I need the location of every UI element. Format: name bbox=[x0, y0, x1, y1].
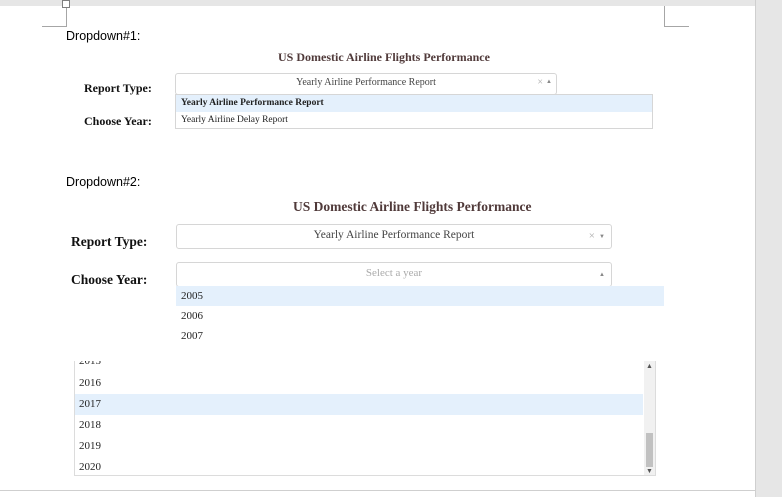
scrollbar-thumb[interactable] bbox=[646, 433, 653, 467]
dropdown2-choose-year-label: Choose Year: bbox=[71, 272, 148, 287]
dropdown2-year-placeholder: Select a year bbox=[365, 267, 423, 279]
dropdown2-year-options-scrolled[interactable]: 2015 2016 2017 2018 2019 2020 ▲ ▼ bbox=[74, 361, 656, 476]
dropdown2-caption: Dropdown#2: bbox=[66, 175, 141, 189]
dropdown2-report-selected-value: Yearly Airline Performance Report bbox=[313, 229, 475, 241]
dropdown2-report-type-label: Report Type: bbox=[71, 234, 148, 249]
document-page: Dropdown#1: US Domestic Airline Flights … bbox=[0, 0, 755, 497]
dropdown1-page-title: US Domestic Airline Flights Performance bbox=[278, 50, 490, 64]
dropdown2-clear-icon[interactable]: × bbox=[589, 230, 595, 242]
dropdown1-caret-up-icon[interactable]: ▲ bbox=[546, 79, 552, 85]
dropdown2-year-select[interactable]: Select a year ▲ bbox=[176, 262, 612, 287]
dropdown2-page-title: US Domestic Airline Flights Performance bbox=[293, 199, 532, 214]
dropdown1-report-type-select[interactable]: Yearly Airline Performance Report × ▲ bbox=[175, 73, 557, 95]
year-option-2019[interactable]: 2019 bbox=[75, 436, 655, 457]
year-option-2007[interactable]: 2007 bbox=[176, 326, 664, 346]
dropdown1-report-type-label: Report Type: bbox=[84, 81, 152, 95]
editor-right-margin bbox=[755, 0, 782, 497]
dropdown1-options-menu: Yearly Airline Performance Report Yearly… bbox=[175, 94, 653, 129]
year-list-scrollbar[interactable]: ▲ ▼ bbox=[644, 361, 655, 475]
dropdown1-clear-icon[interactable]: × bbox=[537, 77, 543, 88]
year-option-2005[interactable]: 2005 bbox=[176, 286, 664, 306]
year-option-2016[interactable]: 2016 bbox=[75, 373, 655, 394]
year-option-2015[interactable]: 2015 bbox=[75, 361, 655, 372]
year-option-2020[interactable]: 2020 bbox=[75, 457, 655, 475]
scroll-down-icon[interactable]: ▼ bbox=[646, 467, 653, 475]
page-bottom-edge bbox=[0, 490, 755, 491]
scroll-up-icon[interactable]: ▲ bbox=[646, 362, 653, 370]
dropdown1-option-delay[interactable]: Yearly Airline Delay Report bbox=[176, 112, 652, 129]
year-option-2017[interactable]: 2017 bbox=[75, 394, 643, 415]
year-option-2018[interactable]: 2018 bbox=[75, 415, 655, 436]
dropdown2-report-type-select[interactable]: Yearly Airline Performance Report × ▼ bbox=[176, 224, 612, 249]
crop-mark-top-right bbox=[664, 6, 689, 27]
dropdown2-caret-down-icon[interactable]: ▼ bbox=[599, 234, 605, 240]
dropdown2-caret-up-icon[interactable]: ▲ bbox=[599, 272, 605, 278]
dropdown1-choose-year-label: Choose Year: bbox=[84, 114, 152, 128]
dropdown1-caption: Dropdown#1: bbox=[66, 29, 141, 43]
year-option-2006[interactable]: 2006 bbox=[176, 306, 664, 326]
dropdown1-selected-value: Yearly Airline Performance Report bbox=[296, 77, 436, 88]
dropdown1-option-performance[interactable]: Yearly Airline Performance Report bbox=[176, 95, 652, 112]
dropdown2-year-options-top: 2005 2006 2007 bbox=[176, 286, 664, 349]
crop-mark-top-left bbox=[42, 6, 67, 27]
image-resize-handle[interactable] bbox=[62, 0, 70, 8]
